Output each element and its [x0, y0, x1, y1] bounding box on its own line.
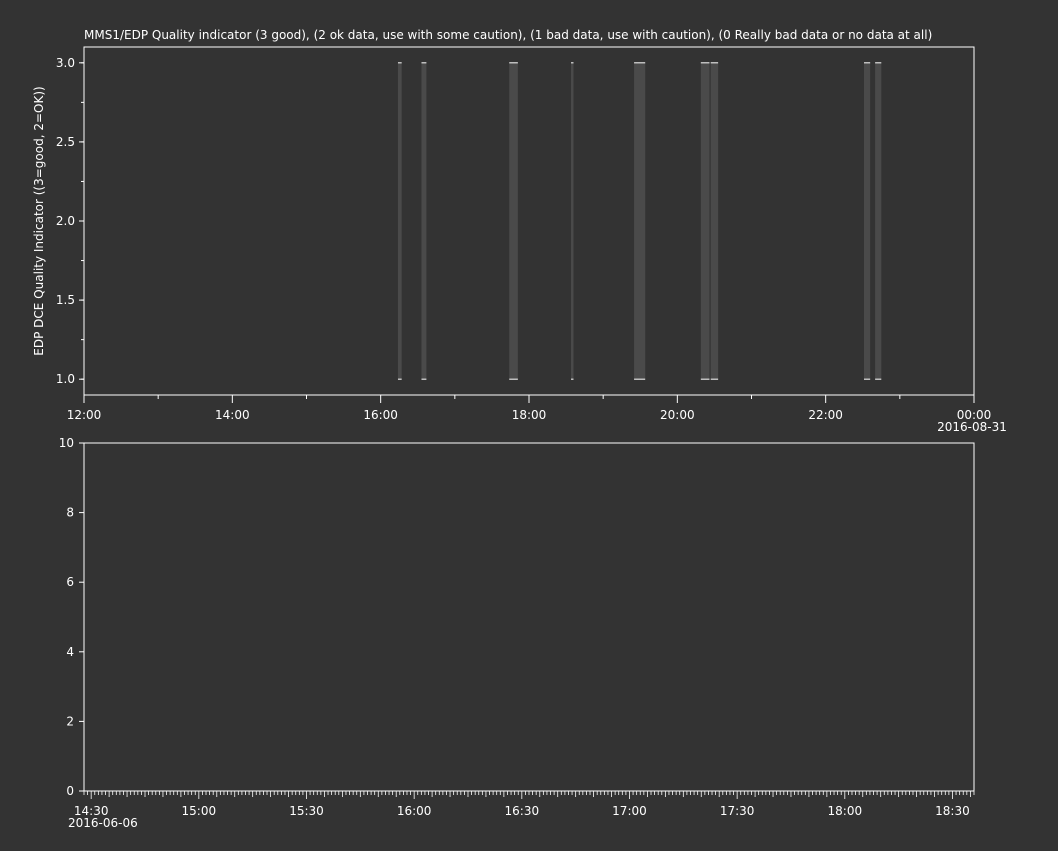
quality-y-tick-label: 1.0 — [56, 372, 75, 386]
quality-y-tick-label: 2.0 — [56, 214, 75, 228]
quality-chart-title: MMS1/EDP Quality indicator (3 good), (2 … — [84, 28, 932, 42]
quality-segment-1 — [421, 62, 427, 380]
quality-y-axis-label: EDP DCE Quality Indicator ((3=good, 2=OK… — [32, 86, 46, 355]
quality-segment-4 — [634, 62, 646, 380]
quality-date-label: 2016-08-31 — [937, 420, 1007, 434]
empty-y-tick-label: 4 — [66, 645, 74, 659]
quality-x-tick-label: 16:00 — [363, 408, 398, 422]
quality-plot-area — [83, 46, 975, 396]
empty-x-tick-label: 16:30 — [505, 804, 540, 818]
empty-x-tick-label: 18:30 — [935, 804, 970, 818]
quality-segment-5 — [700, 62, 710, 380]
quality-x-tick-label: 18:00 — [512, 408, 547, 422]
quality-segment-0 — [397, 62, 402, 380]
quality-segment-3 — [571, 62, 574, 380]
empty-x-tick-label: 17:00 — [612, 804, 647, 818]
quality-segments — [397, 62, 882, 380]
quality-segment-8 — [875, 62, 882, 380]
empty-y-tick-label: 6 — [66, 575, 74, 589]
empty-x-axis: 14:30 15:00 15:30 16:00 16:30 17:00 17:30 18:00… — [74, 791, 975, 818]
empty-x-tick-label: 17:30 — [720, 804, 755, 818]
empty-date-label: 2016-06-06 — [68, 816, 138, 830]
quality-segment-7 — [863, 62, 871, 380]
empty-y-tick-label: 0 — [66, 784, 74, 798]
quality-segment-6 — [710, 62, 719, 380]
empty-y-tick-label: 8 — [66, 506, 74, 520]
quality-panel: MMS1/EDP Quality indicator (3 good), (2 … — [32, 28, 1007, 434]
quality-x-tick-label: 22:00 — [808, 408, 843, 422]
quality-x-tick-label: 12:00 — [67, 408, 102, 422]
empty-y-tick-label: 2 — [66, 714, 74, 728]
quality-y-tick-label: 2.5 — [56, 135, 75, 149]
empty-y-axis: 0 2 4 6 8 10 — [59, 436, 84, 798]
empty-x-tick-label: 15:00 — [182, 804, 217, 818]
quality-y-tick-label: 1.5 — [56, 293, 75, 307]
figure: MMS1/EDP Quality indicator (3 good), (2 … — [32, 28, 1007, 830]
empty-x-tick-label: 15:30 — [289, 804, 324, 818]
empty-y-tick-label: 10 — [59, 436, 74, 450]
quality-x-tick-label: 14:00 — [215, 408, 250, 422]
empty-x-tick-label: 18:00 — [828, 804, 863, 818]
quality-x-axis: 12:00 14:00 16:00 18:00 20:00 22:00 00:00 — [67, 395, 991, 422]
empty-panel: 0246810 14:30 15:00 15:30 16:00 16:30 17:00 17… — [59, 436, 975, 830]
quality-y-axis: 1.0 1.5 2.0 2.5 3.0 — [56, 56, 84, 386]
empty-x-tick-label: 16:00 — [397, 804, 432, 818]
quality-y-tick-label: 3.0 — [56, 56, 75, 70]
quality-segment-2 — [509, 62, 518, 380]
empty-plot-area — [83, 442, 975, 792]
quality-x-tick-label: 20:00 — [660, 408, 695, 422]
